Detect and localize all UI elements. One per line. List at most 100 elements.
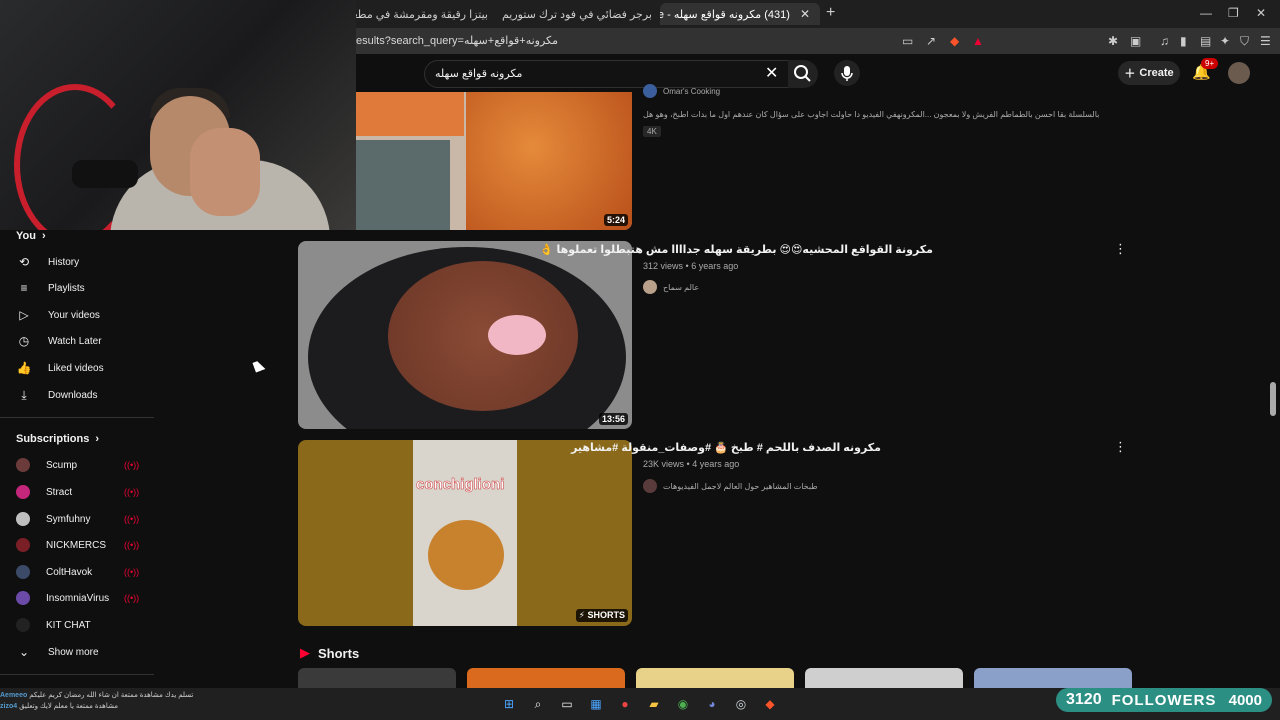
sidebar-item-downloads[interactable]: ⤓ Downloads: [16, 384, 146, 406]
sidebar-toggle-icon[interactable]: ▮: [1180, 34, 1187, 48]
clear-search-icon[interactable]: ✕: [765, 63, 778, 83]
sidebar-divider: [0, 417, 154, 418]
vpn-icon[interactable]: ⛉: [1240, 34, 1249, 49]
chevron-down-icon: ⌄: [18, 645, 30, 659]
sidebar-item-history[interactable]: ⟲ History: [16, 251, 146, 273]
video-duration: 13:56: [598, 413, 628, 425]
followers-goal-bar: 3120 FOLLOWERS 4000: [1056, 688, 1272, 712]
app-icon[interactable]: ●: [616, 695, 634, 713]
leo-ai-icon[interactable]: ✦: [1220, 34, 1230, 48]
video-description: بالسلسلة بقا احسن بالطماطم الفريش ولا بم…: [643, 110, 1100, 119]
sidebar-section-you[interactable]: You ›: [16, 230, 46, 242]
sidebar-item-liked-videos[interactable]: 👍 Liked videos: [16, 357, 146, 379]
quality-badge: 4K: [643, 126, 661, 137]
short-card[interactable]: [298, 668, 456, 690]
close-tab-icon[interactable]: ✕: [800, 7, 810, 21]
steam-icon[interactable]: ◎: [732, 695, 750, 713]
chat-message: Aemeeo تسلم يدك مشاهدة ممتعة ان شاء الله…: [0, 692, 194, 699]
liked-videos-icon: 👍: [16, 361, 32, 375]
your-videos-icon: ▷: [19, 308, 29, 322]
create-button[interactable]: ＋ Create: [1118, 61, 1180, 85]
short-card[interactable]: [974, 668, 1132, 690]
show-more-button[interactable]: ⌄ Show more: [16, 641, 146, 663]
video-title[interactable]: مكرونه الصدف باللحم # طبخ 🎂 #وصفات_منقول…: [571, 441, 881, 454]
channel-link[interactable]: عالم سماح: [643, 280, 699, 294]
sidebar-divider: [0, 674, 154, 675]
sidebar-item-watch-later[interactable]: ◷ Watch Later: [16, 330, 146, 352]
widgets-icon[interactable]: ▦: [587, 695, 605, 713]
browser-tab[interactable]: برجر فضائي في فود ترك ستوريم برجر ...: [498, 3, 652, 25]
search-icon: [794, 65, 811, 82]
extensions-icon[interactable]: ✱: [1108, 34, 1118, 48]
wallet-icon[interactable]: ▤: [1200, 34, 1211, 48]
search-box[interactable]: مكرونه قواقع سهله ✕: [424, 60, 790, 88]
channel-avatar: [643, 280, 657, 294]
browser-tab-active[interactable]: ✕ (431) مكرونه قواقع سهله - YouTube: [660, 3, 820, 25]
followers-label: FOLLOWERS: [1111, 691, 1217, 709]
video-thumbnail[interactable]: 5:24: [356, 92, 632, 230]
video-thumbnail[interactable]: 13:56: [298, 241, 632, 429]
avatar: [16, 565, 30, 579]
short-card[interactable]: [805, 668, 963, 690]
stream-chat: Aemeeo تسلم يدك مشاهدة ممتعة ان شاء الله…: [0, 690, 193, 712]
more-options-icon[interactable]: ⋮: [1114, 241, 1127, 257]
file-explorer-icon[interactable]: ▰: [645, 695, 663, 713]
short-card[interactable]: [467, 668, 625, 690]
minimize-button[interactable]: —: [1200, 6, 1212, 20]
followers-count: 3120: [1066, 691, 1102, 708]
close-window-button[interactable]: ✕: [1256, 6, 1266, 20]
sidebar-section-subscriptions[interactable]: Subscriptions ›: [16, 433, 99, 445]
short-card[interactable]: [636, 668, 794, 690]
brave-shield-icon[interactable]: ◆: [950, 34, 959, 48]
avatar: [16, 591, 30, 605]
live-icon: ((•)): [124, 540, 140, 550]
rewards-icon[interactable]: ▲: [972, 34, 984, 48]
avatar: [16, 458, 30, 472]
live-icon: ((•)): [124, 567, 140, 577]
streamer-hand: [190, 128, 260, 216]
sidebar-item-playlists[interactable]: ≡ Playlists: [16, 277, 146, 299]
channel-avatar: [643, 479, 657, 493]
screenshot-icon[interactable]: ▣: [1130, 34, 1141, 48]
shorts-badge: ⚡ SHORTS: [575, 609, 628, 622]
share-icon[interactable]: ↗: [926, 34, 936, 48]
plus-icon: ＋: [1124, 68, 1136, 80]
channel-avatar: [643, 84, 657, 98]
browser-tab[interactable]: بيتزا رقيقة ومقرمشة في مطعم 911 بالر: [356, 3, 488, 25]
avatar: [16, 538, 30, 552]
page-scrollbar[interactable]: [1270, 382, 1276, 416]
windows-start-icon[interactable]: ⊞: [500, 695, 518, 713]
voice-search-button[interactable]: [834, 60, 860, 86]
streamer-microphone: [72, 160, 138, 188]
playlists-icon: ≡: [20, 281, 28, 295]
shorts-icon: ▶: [300, 645, 310, 660]
avatar[interactable]: [1228, 62, 1250, 84]
discord-icon[interactable]: ◕: [703, 695, 721, 713]
mouse-cursor: [252, 359, 266, 373]
search-icon[interactable]: ⌕: [529, 695, 547, 713]
search-input[interactable]: مكرونه قواقع سهله: [435, 67, 522, 80]
url-field[interactable]: esults?search_query=مكرونه+قواقع+سهله: [356, 34, 558, 47]
followers-goal: 4000: [1228, 691, 1262, 709]
video-thumbnail[interactable]: conchiglioni ⚡ SHORTS: [298, 440, 632, 626]
chrome-icon[interactable]: ◉: [674, 695, 692, 713]
sidebar-sub-kit-chat[interactable]: KIT CHAT: [16, 614, 146, 636]
brave-icon[interactable]: ◆: [761, 695, 779, 713]
sidebar-item-your-videos[interactable]: ▷ Your videos: [16, 304, 146, 326]
menu-icon[interactable]: ☰: [1260, 34, 1271, 48]
channel-link[interactable]: طبخات المشاهير حول العالم لاجمل الفيديوه…: [643, 479, 818, 493]
live-icon: ((•)): [124, 514, 140, 524]
new-tab-button[interactable]: +: [826, 4, 835, 22]
maximize-button[interactable]: ❐: [1228, 6, 1239, 20]
cast-icon[interactable]: ▭: [902, 34, 913, 48]
microphone-icon: [841, 66, 853, 81]
search-button[interactable]: [788, 60, 818, 88]
live-icon: ((•)): [124, 593, 140, 603]
more-options-icon[interactable]: ⋮: [1114, 439, 1127, 455]
channel-link[interactable]: Omar's Cooking: [643, 84, 720, 98]
history-icon: ⟲: [18, 255, 30, 269]
task-view-icon[interactable]: ▭: [558, 695, 576, 713]
watch-later-icon: ◷: [18, 334, 30, 348]
media-icon[interactable]: ♫: [1160, 34, 1169, 48]
video-title[interactable]: مكرونة القواقع المحشيه😍😍 بطريقة سهله جدا…: [540, 243, 933, 256]
